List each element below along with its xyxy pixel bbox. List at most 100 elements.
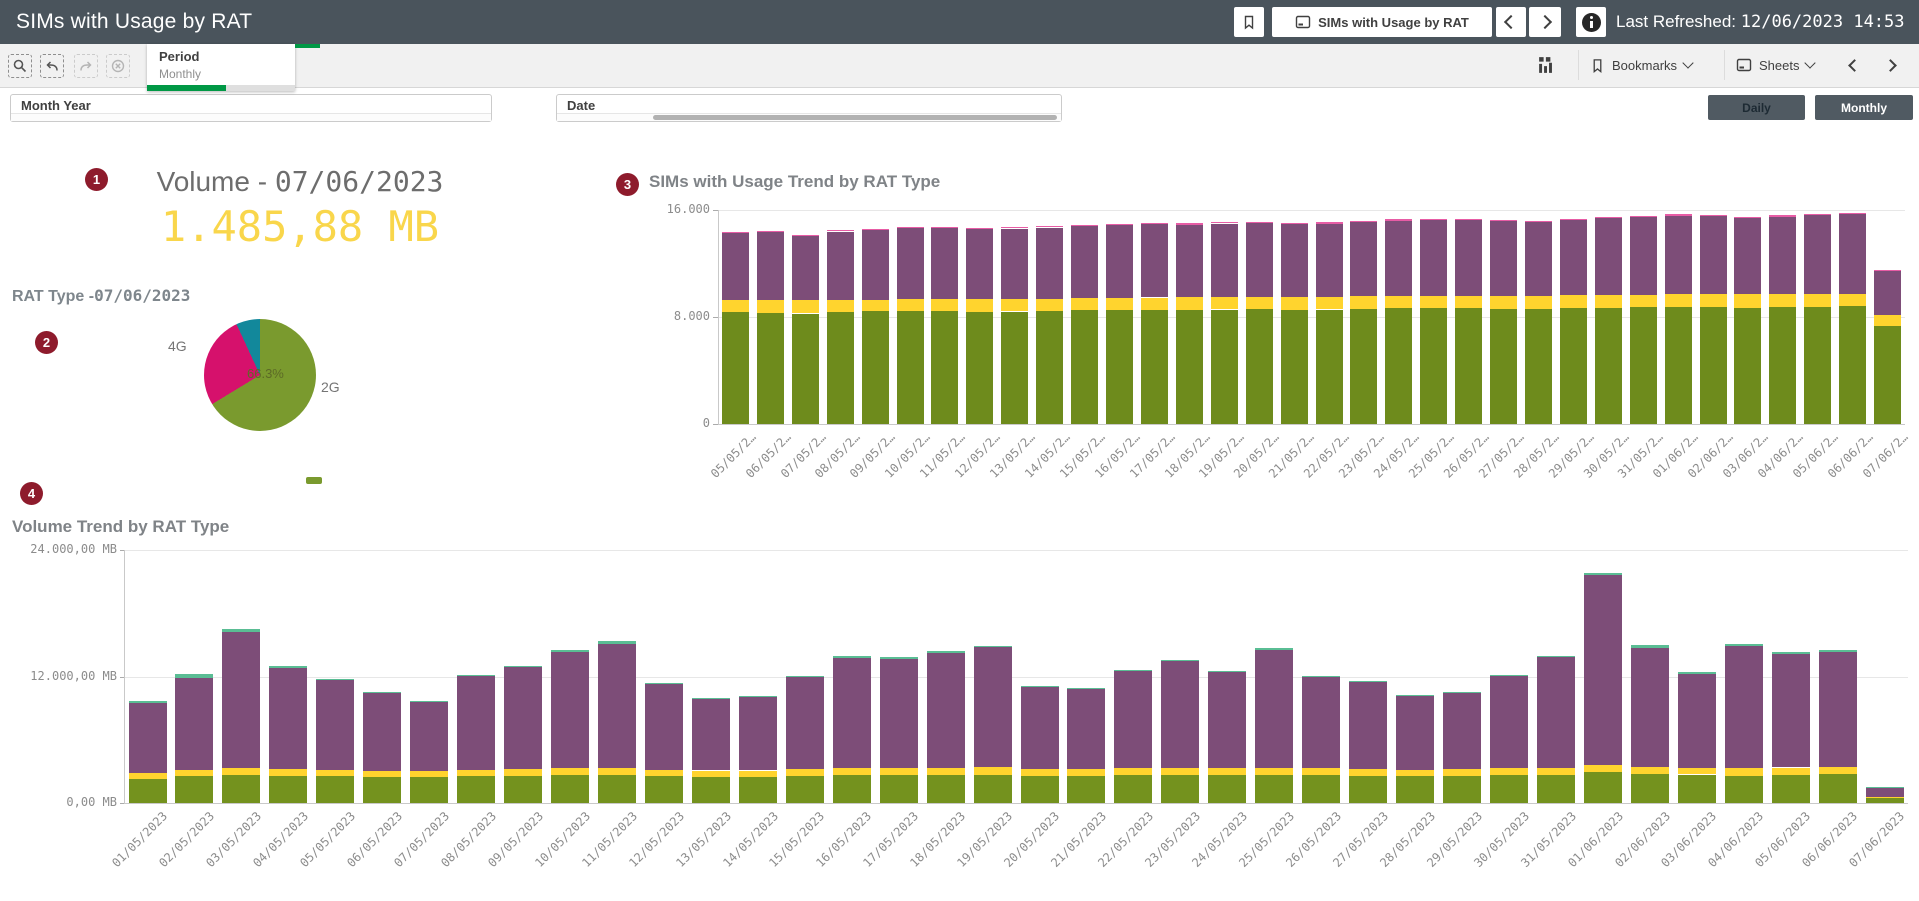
bar-segment-2G[interactable]: [833, 775, 871, 803]
bar-segment-4G[interactable]: [974, 647, 1012, 767]
bar-segment-3G[interactable]: [692, 771, 730, 777]
bar-segment-4G[interactable]: [504, 667, 542, 769]
bar-segment-2G[interactable]: [1772, 775, 1810, 804]
bar-segment-4G[interactable]: [316, 680, 354, 770]
bar-segment-2G[interactable]: [1349, 776, 1387, 803]
bar-segment-2G[interactable]: [1819, 774, 1857, 803]
bar-segment-2G[interactable]: [269, 776, 307, 803]
bar-segment-2G[interactable]: [1443, 776, 1481, 803]
bar-segment-2G[interactable]: [739, 777, 777, 803]
bar-segment-3G[interactable]: [1208, 768, 1246, 775]
bar-segment-Other[interactable]: [833, 656, 871, 657]
bar-segment-3G[interactable]: [1114, 768, 1152, 775]
bar-segment-2G[interactable]: [1678, 775, 1716, 804]
bar-segment-2G[interactable]: [175, 776, 213, 803]
bar-segment-2G[interactable]: [1631, 774, 1669, 803]
bar-segment-Other[interactable]: [786, 676, 824, 677]
bar-segment-4G[interactable]: [786, 677, 824, 769]
bar-segment-2G[interactable]: [551, 775, 589, 803]
bar-segment-Other[interactable]: [1772, 652, 1810, 654]
bar-segment-3G[interactable]: [1537, 768, 1575, 775]
bar-segment-2G[interactable]: [410, 777, 448, 803]
bar-segment-4G[interactable]: [1678, 674, 1716, 768]
bar-segment-3G[interactable]: [739, 771, 777, 777]
bar-segment-3G[interactable]: [1067, 769, 1105, 775]
bar-segment-4G[interactable]: [1067, 689, 1105, 769]
bar-segment-2G[interactable]: [645, 776, 683, 803]
bar-segment-Other[interactable]: [222, 629, 260, 632]
bar-segment-Other[interactable]: [1067, 688, 1105, 689]
bar-segment-Other[interactable]: [692, 698, 730, 699]
bar-segment-Other[interactable]: [1021, 686, 1059, 687]
bar-segment-Other[interactable]: [410, 701, 448, 702]
period-filter-chip[interactable]: Period Monthly: [147, 44, 295, 91]
bar-segment-Other[interactable]: [1725, 644, 1763, 646]
bar-segment-4G[interactable]: [129, 703, 167, 773]
bar-segment-4G[interactable]: [1866, 787, 1904, 796]
bar-segment-4G[interactable]: [410, 702, 448, 772]
bar-segment-4G[interactable]: [1584, 575, 1622, 765]
bar-segment-4G[interactable]: [1114, 671, 1152, 768]
bar-segment-3G[interactable]: [175, 770, 213, 776]
bar-segment-2G[interactable]: [1021, 776, 1059, 803]
bar-segment-3G[interactable]: [927, 768, 965, 775]
bar-segment-3G[interactable]: [598, 768, 636, 775]
bar-segment-4G[interactable]: [1255, 650, 1293, 768]
bar-segment-2G[interactable]: [1302, 775, 1340, 803]
bar-segment-3G[interactable]: [833, 768, 871, 775]
bar-segment-4G[interactable]: [1208, 672, 1246, 768]
bar-segment-Other[interactable]: [457, 675, 495, 676]
bar-segment-3G[interactable]: [316, 770, 354, 776]
bar-segment-Other[interactable]: [1208, 671, 1246, 672]
bar-segment-2G[interactable]: [363, 777, 401, 803]
bar-segment-3G[interactable]: [1866, 797, 1904, 799]
bar-segment-3G[interactable]: [1443, 769, 1481, 775]
bar-segment-3G[interactable]: [1584, 765, 1622, 773]
bar-segment-3G[interactable]: [1302, 768, 1340, 775]
bar-segment-4G[interactable]: [1302, 677, 1340, 769]
bar-segment-2G[interactable]: [1255, 775, 1293, 804]
bar-segment-4G[interactable]: [1490, 676, 1528, 769]
bar-segment-2G[interactable]: [1584, 772, 1622, 803]
bar-segment-Other[interactable]: [175, 674, 213, 678]
bar-segment-3G[interactable]: [222, 768, 260, 775]
bar-segment-Other[interactable]: [598, 641, 636, 644]
bar-segment-4G[interactable]: [927, 653, 965, 768]
bar-segment-4G[interactable]: [457, 676, 495, 770]
bar-segment-Other[interactable]: [1349, 681, 1387, 682]
bar-segment-2G[interactable]: [1490, 775, 1528, 803]
bar-segment-2G[interactable]: [222, 775, 260, 804]
bar-segment-4G[interactable]: [1443, 693, 1481, 769]
bar-segment-4G[interactable]: [1537, 657, 1575, 768]
bar-segment-4G[interactable]: [269, 668, 307, 769]
bar-segment-4G[interactable]: [175, 678, 213, 770]
bar-segment-Other[interactable]: [316, 679, 354, 680]
bar-segment-3G[interactable]: [645, 770, 683, 776]
bar-segment-4G[interactable]: [1161, 661, 1199, 768]
bar-segment-4G[interactable]: [880, 659, 918, 769]
bar-segment-3G[interactable]: [880, 768, 918, 775]
bar-segment-4G[interactable]: [598, 644, 636, 768]
bar-segment-2G[interactable]: [1725, 776, 1763, 803]
bar-segment-Other[interactable]: [1302, 676, 1340, 677]
bar-segment-2G[interactable]: [692, 777, 730, 803]
bar-segment-Other[interactable]: [1819, 650, 1857, 652]
bar-segment-4G[interactable]: [1631, 648, 1669, 767]
bar-segment-3G[interactable]: [1161, 768, 1199, 775]
bar-segment-Other[interactable]: [1114, 670, 1152, 671]
bar-segment-Other[interactable]: [645, 683, 683, 684]
bar-segment-3G[interactable]: [1490, 768, 1528, 775]
bar-segment-2G[interactable]: [1161, 775, 1199, 804]
bar-segment-3G[interactable]: [363, 771, 401, 777]
bar-segment-Other[interactable]: [551, 650, 589, 653]
bar-segment-2G[interactable]: [1067, 776, 1105, 803]
bar-segment-4G[interactable]: [692, 699, 730, 771]
bar-segment-3G[interactable]: [1819, 767, 1857, 774]
bar-segment-3G[interactable]: [974, 767, 1012, 774]
bar-segment-2G[interactable]: [504, 776, 542, 803]
bar-segment-Other[interactable]: [1537, 656, 1575, 657]
bar-segment-4G[interactable]: [739, 697, 777, 771]
bar-segment-4G[interactable]: [1772, 654, 1810, 768]
bar-segment-3G[interactable]: [1631, 767, 1669, 774]
bar-segment-Other[interactable]: [1255, 648, 1293, 650]
